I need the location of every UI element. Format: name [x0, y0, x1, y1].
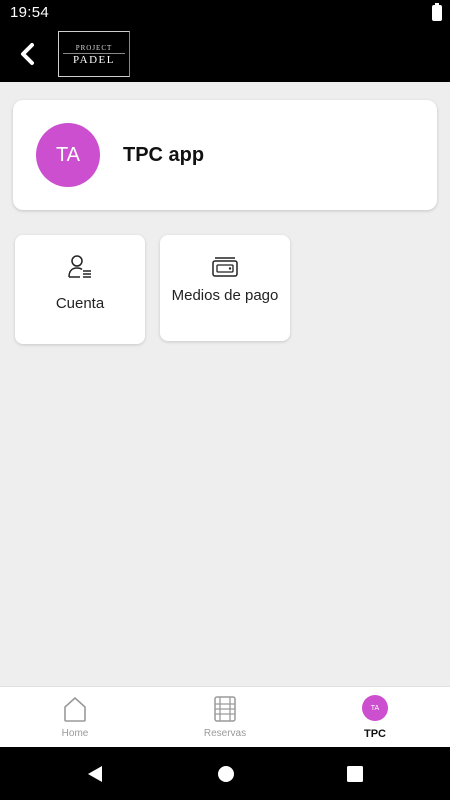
status-time: 19:54 [10, 4, 50, 21]
profile-card: TA TPC app [13, 100, 437, 210]
battery-icon [432, 3, 442, 21]
back-arrow-icon [21, 43, 34, 65]
nav-label-reservas: Reservas [203, 728, 247, 739]
nav-label-home: Home [61, 728, 89, 739]
payment-methods-tile-label: Medios de pago [171, 287, 279, 304]
nav-item-reservas[interactable]: Reservas [150, 687, 300, 748]
app-bar: PROJECT PADEL [0, 26, 450, 82]
system-navigation-bar [0, 747, 450, 800]
avatar-initials: TA [55, 143, 81, 166]
profile-name: TPC app [123, 144, 205, 166]
nav-avatar-initials: TA [370, 704, 380, 712]
logo-top-text: PROJECT [75, 44, 113, 52]
bottom-navigation: Home Reservas TA TPC [0, 686, 450, 747]
user-list-icon [68, 255, 91, 278]
nav-avatar: TA [362, 695, 388, 721]
app-logo: PROJECT PADEL [58, 31, 130, 77]
nav-item-tpc[interactable]: TA TPC [300, 687, 450, 748]
home-icon [64, 697, 86, 722]
system-home-icon[interactable] [216, 764, 236, 784]
wallet-card-icon [212, 257, 238, 277]
logo-bottom-text: PADEL [73, 54, 115, 66]
account-tile-label: Cuenta [55, 295, 105, 312]
avatar: TA [36, 123, 100, 187]
nav-label-tpc: TPC [364, 728, 386, 740]
system-back-icon[interactable] [85, 764, 105, 784]
account-tile[interactable]: Cuenta [15, 235, 145, 344]
payment-methods-tile[interactable]: Medios de pago [160, 235, 290, 341]
nav-item-home[interactable]: Home [0, 687, 150, 748]
back-button[interactable] [10, 36, 44, 72]
system-recents-icon[interactable] [345, 764, 365, 784]
film-calendar-icon [214, 696, 236, 722]
status-bar: 19:54 [0, 0, 450, 26]
